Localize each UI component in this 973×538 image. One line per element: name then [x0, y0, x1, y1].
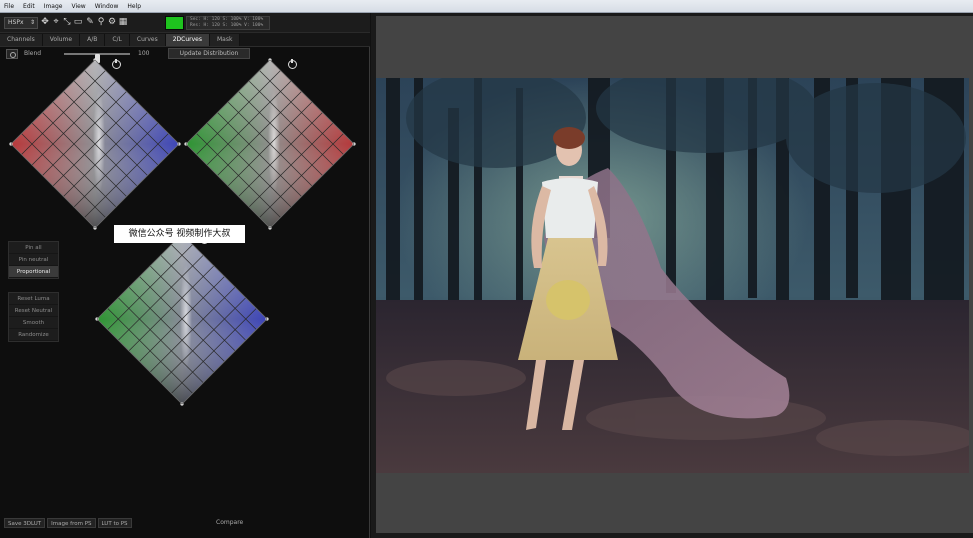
menu-edit[interactable]: Edit	[23, 3, 35, 10]
blend-value: 100	[138, 50, 150, 57]
menu-image[interactable]: Image	[44, 3, 63, 10]
blend-label: Blend	[24, 50, 42, 57]
color-mode-value: HSPx	[8, 19, 24, 26]
tab-cl[interactable]: C/L	[105, 33, 130, 46]
menu-help[interactable]: Help	[127, 3, 141, 10]
reset-luma-button[interactable]: Reset Luma	[9, 293, 58, 305]
image-from-ps-button[interactable]: Image from PS	[47, 518, 96, 528]
smooth-button[interactable]: Smooth	[9, 317, 58, 329]
green-red-curve[interactable]	[184, 58, 356, 230]
curve-border	[185, 59, 355, 229]
pin-neutral-button[interactable]: Pin neutral	[9, 254, 58, 266]
menu-window[interactable]: Window	[95, 3, 119, 10]
select-icon[interactable]: ▭	[73, 17, 83, 28]
color-swatch[interactable]	[165, 16, 184, 30]
pin-options-group: Pin all Pin neutral Proportional	[8, 241, 59, 279]
tab-channels[interactable]: Channels	[0, 33, 43, 46]
curve-border	[10, 59, 180, 229]
pin-all-button[interactable]: Pin all	[9, 242, 58, 254]
eyedropper-icon[interactable]: ✎	[85, 17, 95, 28]
tab-2dcurves[interactable]: 2DCurves	[165, 33, 210, 46]
update-distribution-button[interactable]: Update Distribution	[168, 48, 250, 59]
save-3dlut-button[interactable]: Save 3DLUT	[4, 518, 46, 528]
power-icon[interactable]	[288, 59, 297, 69]
lut-to-ps-button[interactable]: LUT to PS	[97, 518, 132, 528]
toolbar: HSPx ⇕ ✥ ⌖ ⤡ ▭ ✎ ⚲ ⚙ ▦ Sec: H: 120 S: 10…	[0, 13, 370, 33]
reset-icon[interactable]	[6, 49, 18, 59]
power-icon[interactable]	[112, 59, 121, 69]
readout-line-2: Res: H: 120 S: 100% V: 100%	[190, 23, 264, 28]
preview-image	[376, 78, 969, 473]
color-mode-select[interactable]: HSPx ⇕	[4, 17, 38, 29]
bottom-toolbar: Save 3DLUT Image from PS LUT to PS	[4, 518, 132, 528]
reset-neutral-button[interactable]: Reset Neutral	[9, 305, 58, 317]
app-window: File Edit Image View Window Help HSPx ⇕ …	[0, 0, 973, 538]
tab-volume[interactable]: Volume	[42, 33, 81, 46]
resize-icon[interactable]: ⤡	[62, 17, 72, 28]
color-readout: Sec: H: 120 S: 100% V: 100% Res: H: 120 …	[186, 16, 270, 30]
zoom-icon[interactable]: ⚲	[96, 17, 106, 28]
red-blue-curve[interactable]	[9, 58, 181, 230]
tab-bar: Channels Volume A/B C/L Curves 2DCurves …	[0, 33, 370, 47]
forest-scene	[376, 78, 969, 473]
settings-icon[interactable]: ⚙	[107, 17, 117, 28]
grid-icon[interactable]: ▦	[118, 17, 128, 28]
watermark-label: 微信公众号 视频制作大叔	[114, 225, 245, 243]
reset-options-group: Reset Luma Reset Neutral Smooth Randomiz…	[8, 292, 59, 342]
menubar: File Edit Image View Window Help	[0, 0, 973, 13]
menu-file[interactable]: File	[4, 3, 14, 10]
menu-view[interactable]: View	[71, 3, 85, 10]
crosshair-icon[interactable]: ⌖	[51, 17, 61, 28]
tab-curves[interactable]: Curves	[129, 33, 166, 46]
curves-panel: HSPx ⇕ ✥ ⌖ ⤡ ▭ ✎ ⚲ ⚙ ▦ Sec: H: 120 S: 10…	[0, 13, 370, 538]
tab-mask[interactable]: Mask	[210, 33, 241, 46]
tab-ab[interactable]: A/B	[80, 33, 106, 46]
randomize-button[interactable]: Randomize	[9, 329, 58, 341]
blend-row: Blend 100 Update Distribution	[0, 48, 370, 63]
move-icon[interactable]: ✥	[40, 17, 50, 28]
curve-border	[96, 233, 268, 405]
compare-button[interactable]: Compare	[216, 519, 243, 526]
chevron-updown-icon: ⇕	[29, 19, 35, 26]
green-blue-curve[interactable]	[95, 232, 269, 406]
proportional-button[interactable]: Proportional	[9, 266, 58, 278]
blend-slider[interactable]	[64, 53, 130, 63]
